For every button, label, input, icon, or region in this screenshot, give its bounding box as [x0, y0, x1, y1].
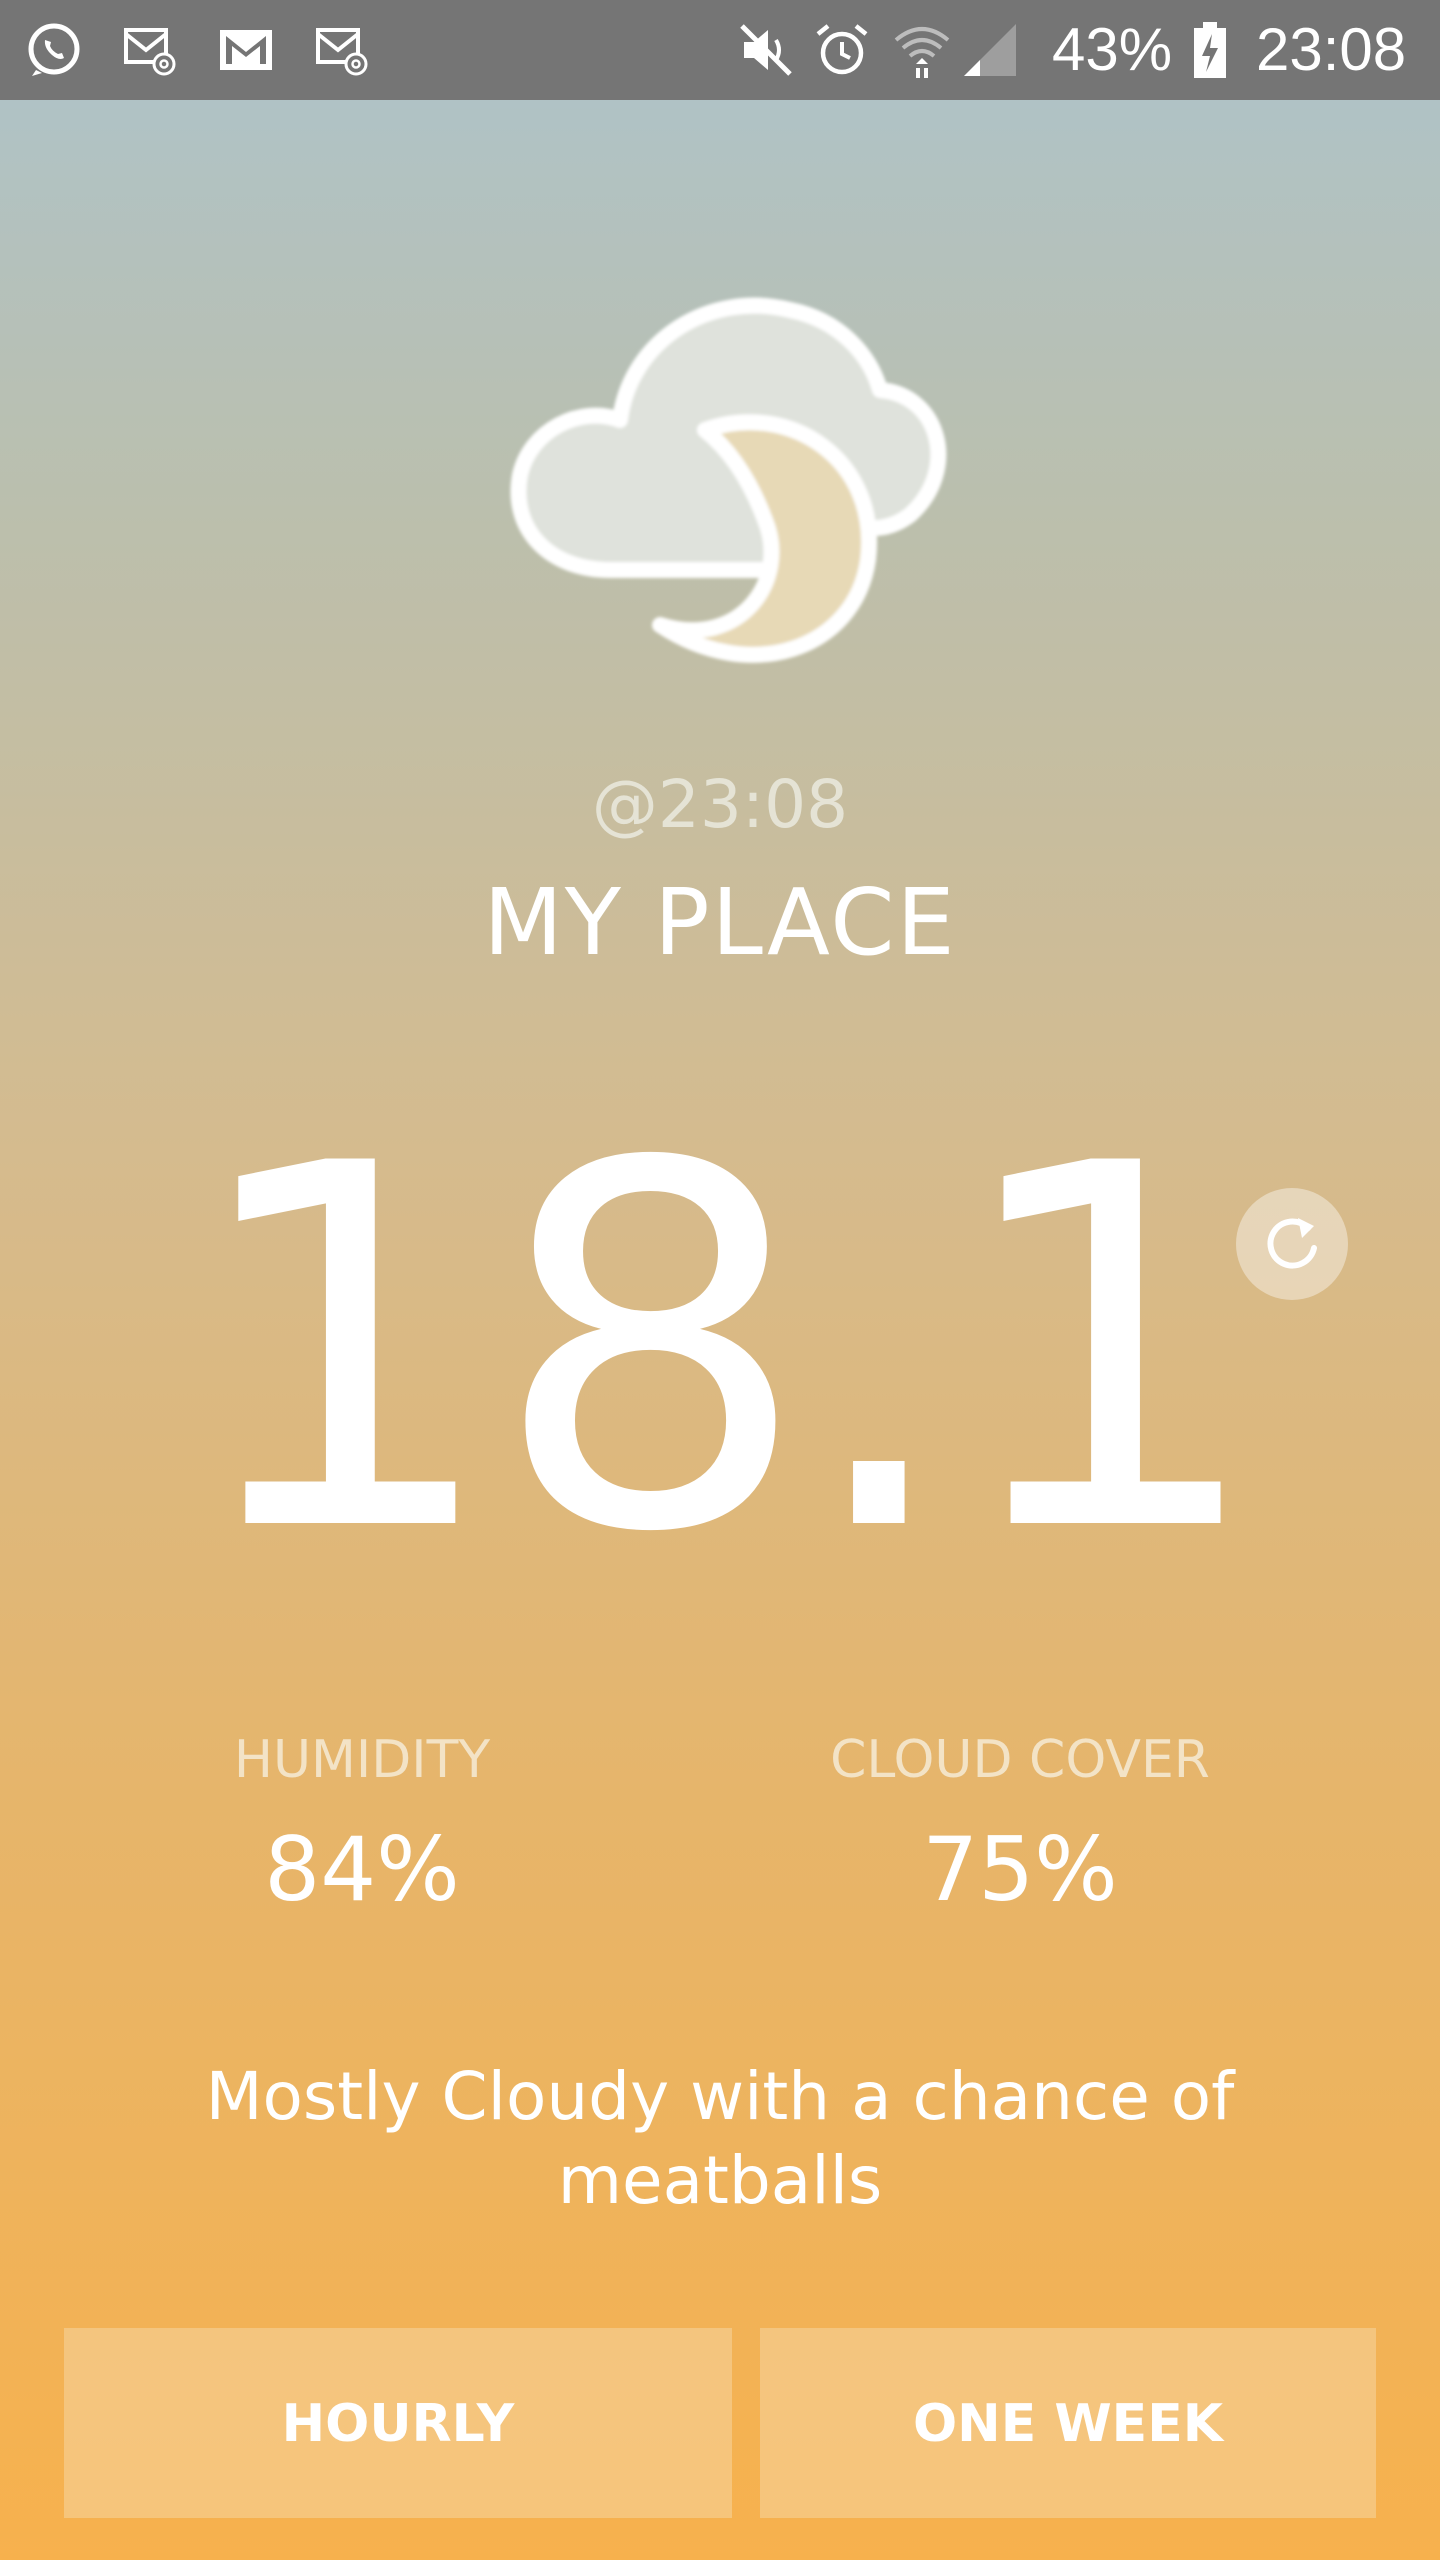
- whatsapp-icon: [28, 23, 80, 76]
- refresh-button[interactable]: [1236, 1188, 1348, 1300]
- location-name: MY PLACE: [483, 869, 957, 976]
- humidity-value: 84%: [264, 1818, 460, 1921]
- status-clock: 23:08: [1256, 16, 1407, 83]
- email-notification-icon: [316, 28, 368, 76]
- weather-summary: Mostly Cloudy with a chance of meatballs: [205, 2058, 1235, 2219]
- one-week-button[interactable]: ONE WEEK: [760, 2328, 1376, 2518]
- updated-time: @23:08: [591, 766, 849, 843]
- signal-icon: [964, 24, 1016, 76]
- battery-charging-icon: [1194, 22, 1226, 78]
- cloudy-night-icon: [510, 297, 947, 663]
- wifi-icon: [894, 27, 950, 78]
- status-bar: 43% 23:08: [0, 0, 1440, 100]
- temperature-value: 18.1: [183, 1059, 1266, 1641]
- alarm-icon: [816, 24, 868, 75]
- hourly-button[interactable]: HOURLY: [64, 2328, 732, 2518]
- email-notification-icon: [124, 28, 176, 76]
- cloud-cover-value: 75%: [922, 1818, 1118, 1921]
- weather-screen: 43% 23:08 @23:08 MY PLACE 18.1 HUMIDITY …: [0, 0, 1440, 2560]
- refresh-icon: [1267, 1218, 1317, 1269]
- gmail-icon: [220, 30, 272, 70]
- cloud-cover-label: CLOUD COVER: [830, 1730, 1210, 1790]
- battery-percentage: 43%: [1052, 16, 1173, 83]
- humidity-label: HUMIDITY: [233, 1730, 491, 1790]
- mute-icon: [740, 24, 792, 76]
